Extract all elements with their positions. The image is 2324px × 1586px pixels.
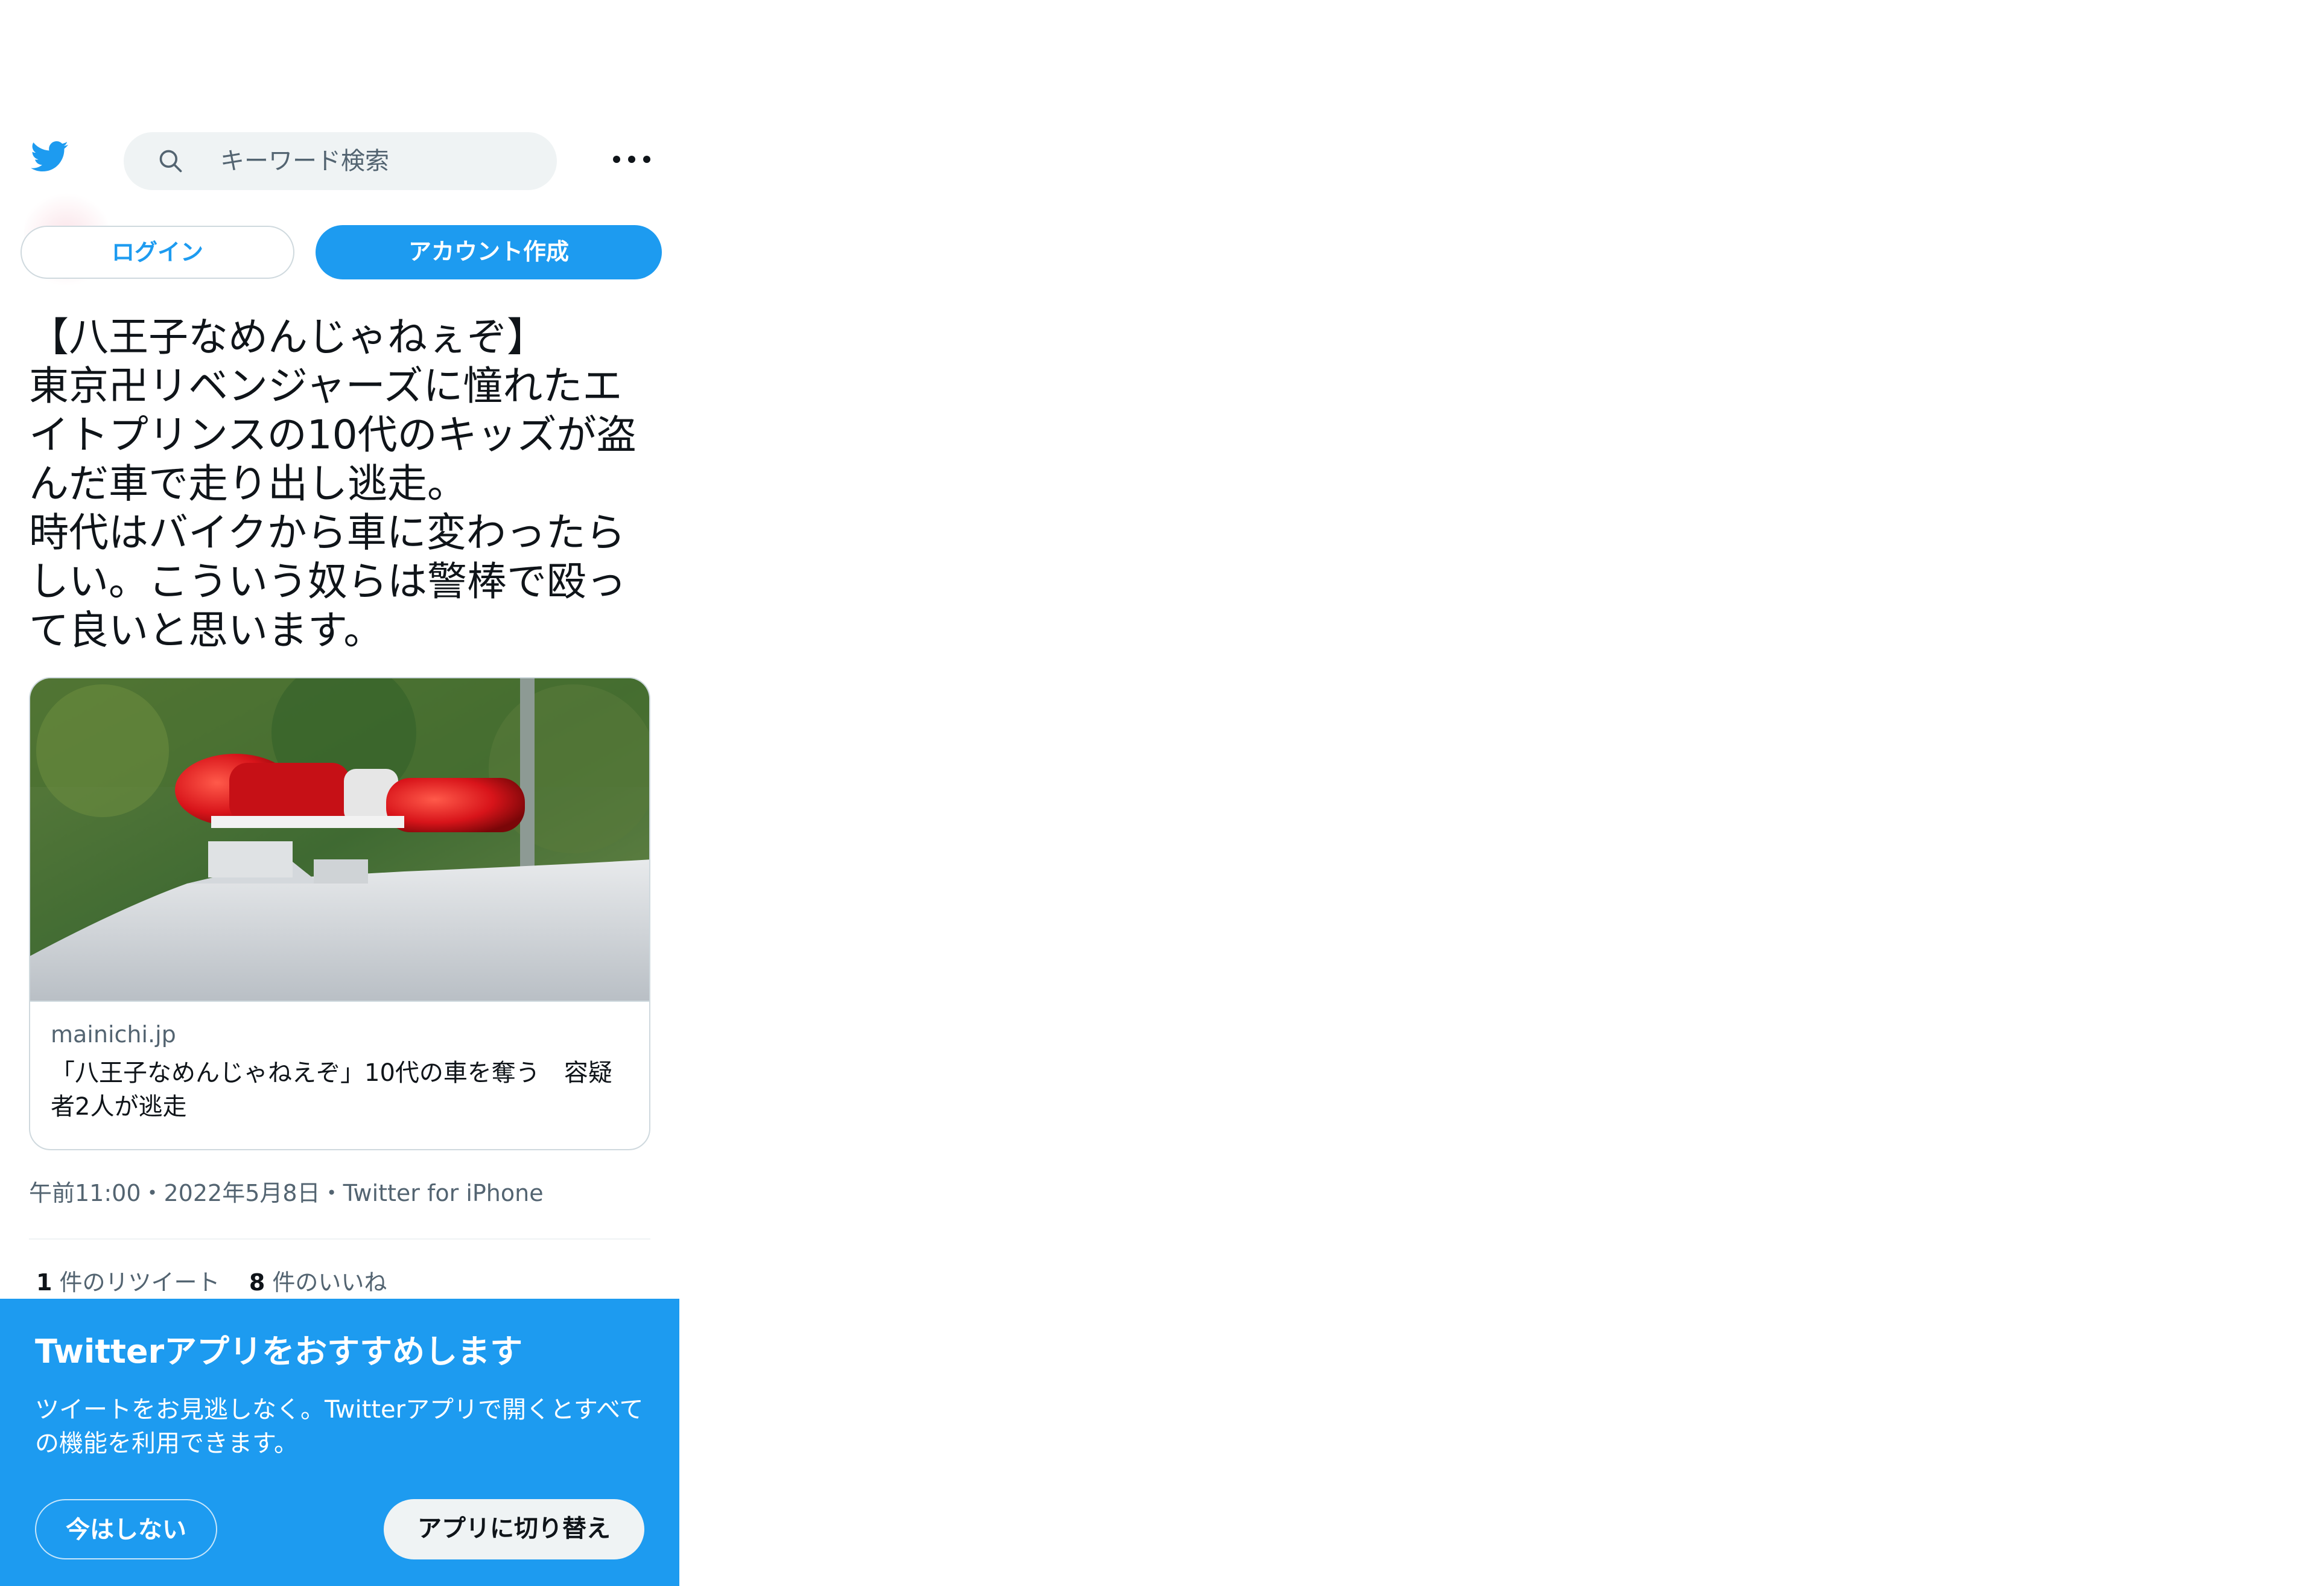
tweet-page: キーワード検索 ログイン アカウント作成 【八王子なめんじゃねぇぞ】 東京卍リベ… xyxy=(0,0,683,1586)
tweet-stats: 1 件のリツイート 8 件のいいね xyxy=(36,1267,387,1298)
signup-button[interactable]: アカウント作成 xyxy=(316,225,662,279)
signup-button-label: アカウント作成 xyxy=(408,238,569,265)
banner-body: ツイートをお見逃しなく。Twitterアプリで開くとすべての機能を利用できます。 xyxy=(35,1396,644,1457)
switch-to-app-button[interactable]: アプリに切り替え xyxy=(384,1499,644,1559)
retweet-label[interactable]: 件のリツイート xyxy=(52,1269,220,1296)
search-bar[interactable]: キーワード検索 xyxy=(124,132,557,190)
not-now-label: 今はしない xyxy=(66,1516,186,1544)
login-button-label: ログイン xyxy=(111,239,203,266)
search-input[interactable]: キーワード検索 xyxy=(220,149,389,173)
like-count[interactable]: 8 xyxy=(249,1269,265,1296)
login-button[interactable]: ログイン xyxy=(21,226,294,279)
tweet-timestamp[interactable]: 午前11:00・2022年5月8日・Twitter for iPhone xyxy=(29,1178,544,1208)
app-promo-banner: Twitterアプリをおすすめします ツイートをお見逃しなく。Twitterアプ… xyxy=(0,1299,679,1586)
divider xyxy=(29,1238,650,1240)
police-car-siren-image xyxy=(30,678,649,1002)
tweet-text: 【八王子なめんじゃねぇぞ】 東京卍リベンジャーズに憧れたエイトプリンスの10代の… xyxy=(29,314,637,654)
card-domain: mainichi.jp xyxy=(51,1021,176,1048)
link-card[interactable]: mainichi.jp 「八王子なめんじゃねえぞ」10代の車を奪う 容疑者2人が… xyxy=(29,677,650,1150)
banner-title: Twitterアプリをおすすめします xyxy=(35,1333,523,1371)
retweet-count[interactable]: 1 xyxy=(36,1269,52,1296)
switch-to-app-label: アプリに切り替え xyxy=(417,1515,611,1543)
not-now-button[interactable]: 今はしない xyxy=(35,1499,217,1559)
search-icon xyxy=(159,150,182,173)
like-label[interactable]: 件のいいね xyxy=(265,1269,387,1296)
card-title[interactable]: 「八王子なめんじゃねえぞ」10代の車を奪う 容疑者2人が逃走 xyxy=(51,1056,630,1124)
more-horizontal-icon[interactable] xyxy=(611,148,653,170)
twitter-bird-icon[interactable] xyxy=(28,138,72,175)
